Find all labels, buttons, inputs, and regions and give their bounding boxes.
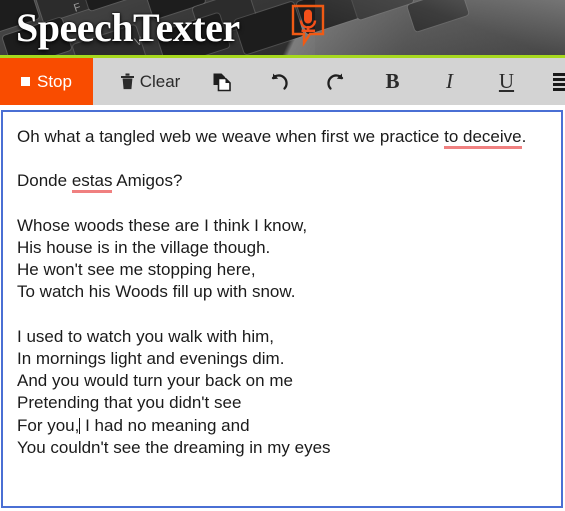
editor-line-blank <box>17 148 549 170</box>
text-editor[interactable]: Oh what a tangled web we weave when firs… <box>1 110 563 508</box>
line-text: Amigos? <box>112 171 183 191</box>
stop-button[interactable]: Stop <box>0 58 93 105</box>
line-text: Donde <box>17 171 72 191</box>
clear-button[interactable]: Clear <box>107 58 193 105</box>
app-logo-text: SpeechTexter <box>16 5 240 50</box>
bold-icon: B <box>385 69 400 93</box>
trash-icon <box>120 73 134 90</box>
copy-pages-icon <box>213 73 231 91</box>
editor-line: He won't see me stopping here, <box>17 260 256 280</box>
undo-button[interactable] <box>250 58 307 105</box>
microphone-speech-bubble-icon <box>291 4 325 47</box>
editor-line-with-caret: For you, I had no meaning and <box>17 415 549 437</box>
line-text: Oh what a tangled web we weave when firs… <box>17 127 445 146</box>
line-text: For you, <box>17 415 80 435</box>
editor-line: And you would turn your back on me <box>17 371 293 391</box>
bold-button[interactable]: B <box>364 58 421 105</box>
speechtexter-app: F V SpeechTexter Stop Clear B I U Oh wha… <box>0 0 565 511</box>
copy-button[interactable] <box>193 58 250 105</box>
stop-square-icon <box>21 77 30 86</box>
editor-line: His house is in the village though. <box>17 237 271 257</box>
editor-line: Whose woods these are I think I know, <box>17 215 308 235</box>
misspelled-word[interactable]: estas <box>71 171 113 194</box>
misspelled-word[interactable]: to deceive <box>444 127 522 149</box>
italic-button[interactable]: I <box>421 58 478 105</box>
underline-button[interactable]: U <box>478 58 535 105</box>
undo-arrow-icon <box>271 73 288 90</box>
editor-line: Oh what a tangled web we weave when firs… <box>17 126 549 149</box>
editor-line: In mornings light and evenings dim. <box>17 348 285 368</box>
app-header: F V SpeechTexter <box>0 0 565 58</box>
align-left-button[interactable] <box>535 58 565 105</box>
underline-icon: U <box>498 69 515 93</box>
editor-line-blank <box>17 193 549 215</box>
editor-line: I used to watch you walk with him, <box>17 326 275 346</box>
redo-button[interactable] <box>307 58 364 105</box>
editor-line: To watch his Woods fill up with snow. <box>17 282 296 302</box>
clear-button-label: Clear <box>139 71 181 91</box>
toolbar-items: Clear B I U <box>93 58 565 105</box>
header-light-gradient <box>315 0 565 58</box>
align-left-icon <box>553 72 565 91</box>
stop-button-label: Stop <box>37 71 72 91</box>
editor-toolbar: Stop Clear B I U <box>0 58 565 105</box>
line-text: . <box>521 127 527 146</box>
line-text: I had no meaning and <box>80 415 250 435</box>
italic-icon: I <box>446 69 453 93</box>
editor-line-blank <box>17 304 549 326</box>
redo-arrow-icon <box>326 73 343 90</box>
editor-line: You couldn't see the dreaming in my eyes <box>17 437 331 457</box>
editor-line: Pretending that you didn't see <box>17 393 242 413</box>
editor-line: Donde estas Amigos? <box>17 170 549 194</box>
